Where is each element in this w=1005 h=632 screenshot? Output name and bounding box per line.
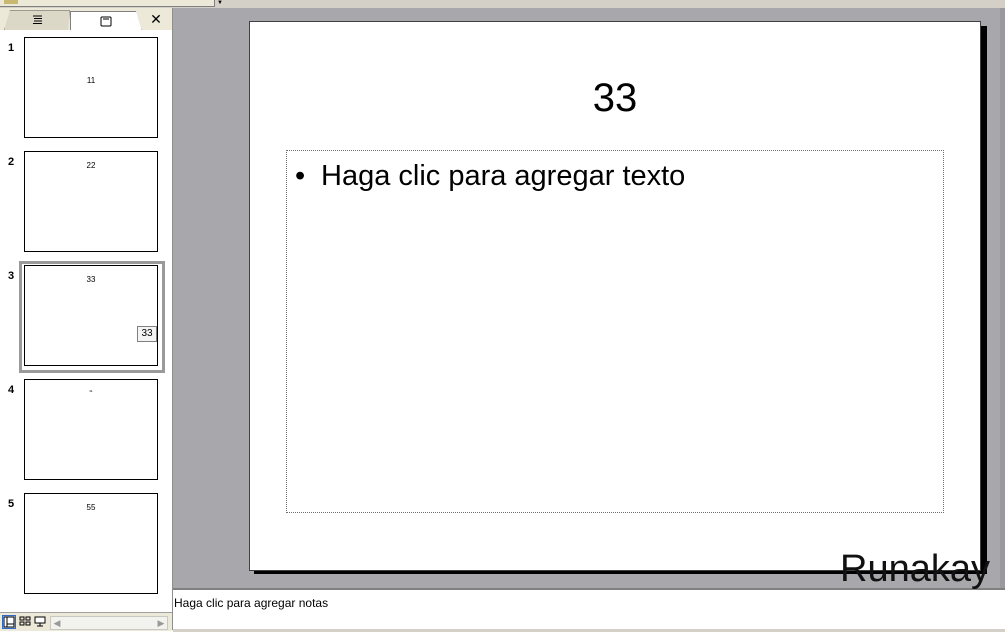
slide-sorter-icon [19, 616, 31, 626]
content-placeholder[interactable]: • Haga clic para agregar texto [286, 150, 944, 513]
top-toolbar-strip: ▼ [0, 0, 1005, 8]
bullet-marker: • [295, 160, 306, 192]
slide-show-button[interactable] [33, 615, 47, 629]
scroll-right-icon[interactable]: ▶ [155, 617, 167, 629]
slide-thumbnail-4[interactable]: ‘‘ [24, 379, 158, 480]
thumbnail-title: 33 [86, 275, 96, 284]
slide-thumbnails: 1 11 2 22 3 33 33 4 ‘‘ 5 55 [0, 30, 172, 612]
thumbnail-title: 11 [86, 76, 96, 85]
slide-number: 4 [8, 384, 15, 396]
slide-thumbnail-5[interactable]: 55 [24, 493, 158, 594]
tab-slides[interactable] [70, 11, 142, 32]
notes-pane[interactable]: Haga clic para agregar notas [173, 588, 1005, 632]
slide-thumbnail-1[interactable]: 11 [24, 37, 158, 138]
slide-number: 3 [8, 270, 15, 282]
slide-show-icon [34, 616, 46, 627]
slides-icon [100, 16, 112, 27]
font-combo[interactable] [0, 0, 224, 7]
slide-workspace: 33 • Haga clic para agregar texto [173, 8, 1005, 588]
slide-number: 1 [8, 42, 15, 54]
slide-number: 5 [8, 498, 15, 510]
notes-placeholder[interactable]: Haga clic para agregar notas [174, 596, 328, 610]
slide-thumbnail-2[interactable]: 22 [24, 151, 158, 252]
close-pane-button[interactable]: ✕ [148, 10, 164, 28]
scroll-left-icon[interactable]: ◀ [51, 617, 63, 629]
pane-tab-bar: ✕ [0, 8, 172, 31]
tab-outline[interactable] [4, 10, 70, 30]
thumbnail-title: 22 [86, 161, 96, 170]
slide-sorter-button[interactable] [18, 615, 32, 629]
slide-number: 2 [8, 156, 15, 168]
slides-pane: ✕ 1 11 2 22 3 33 33 4 ‘‘ 5 55 ◀ ▶ [0, 8, 173, 631]
horizontal-scrollbar[interactable]: ◀ ▶ [50, 616, 168, 630]
outline-icon [31, 15, 43, 25]
slide-thumbnail-3[interactable]: 33 33 [24, 265, 158, 366]
slide-number-tooltip: 33 [137, 326, 157, 342]
thumbnail-title: ‘‘ [89, 389, 93, 398]
bullet-line: • Haga clic para agregar texto [295, 159, 685, 193]
toolbar-icon [4, 0, 18, 4]
watermark: Runakay [840, 548, 990, 590]
chevron-down-icon[interactable]: ▼ [214, 0, 225, 7]
normal-view-button[interactable] [2, 615, 16, 629]
view-buttons-bar: ◀ ▶ [0, 612, 172, 631]
slide-title[interactable]: 33 [530, 70, 700, 126]
thumbnail-title: 55 [86, 503, 96, 512]
slide-canvas[interactable]: 33 • Haga clic para agregar texto [249, 21, 981, 571]
workspace-edge [1000, 8, 1005, 588]
bullet-text: Haga clic para agregar texto [321, 160, 686, 192]
normal-view-icon [3, 616, 15, 628]
